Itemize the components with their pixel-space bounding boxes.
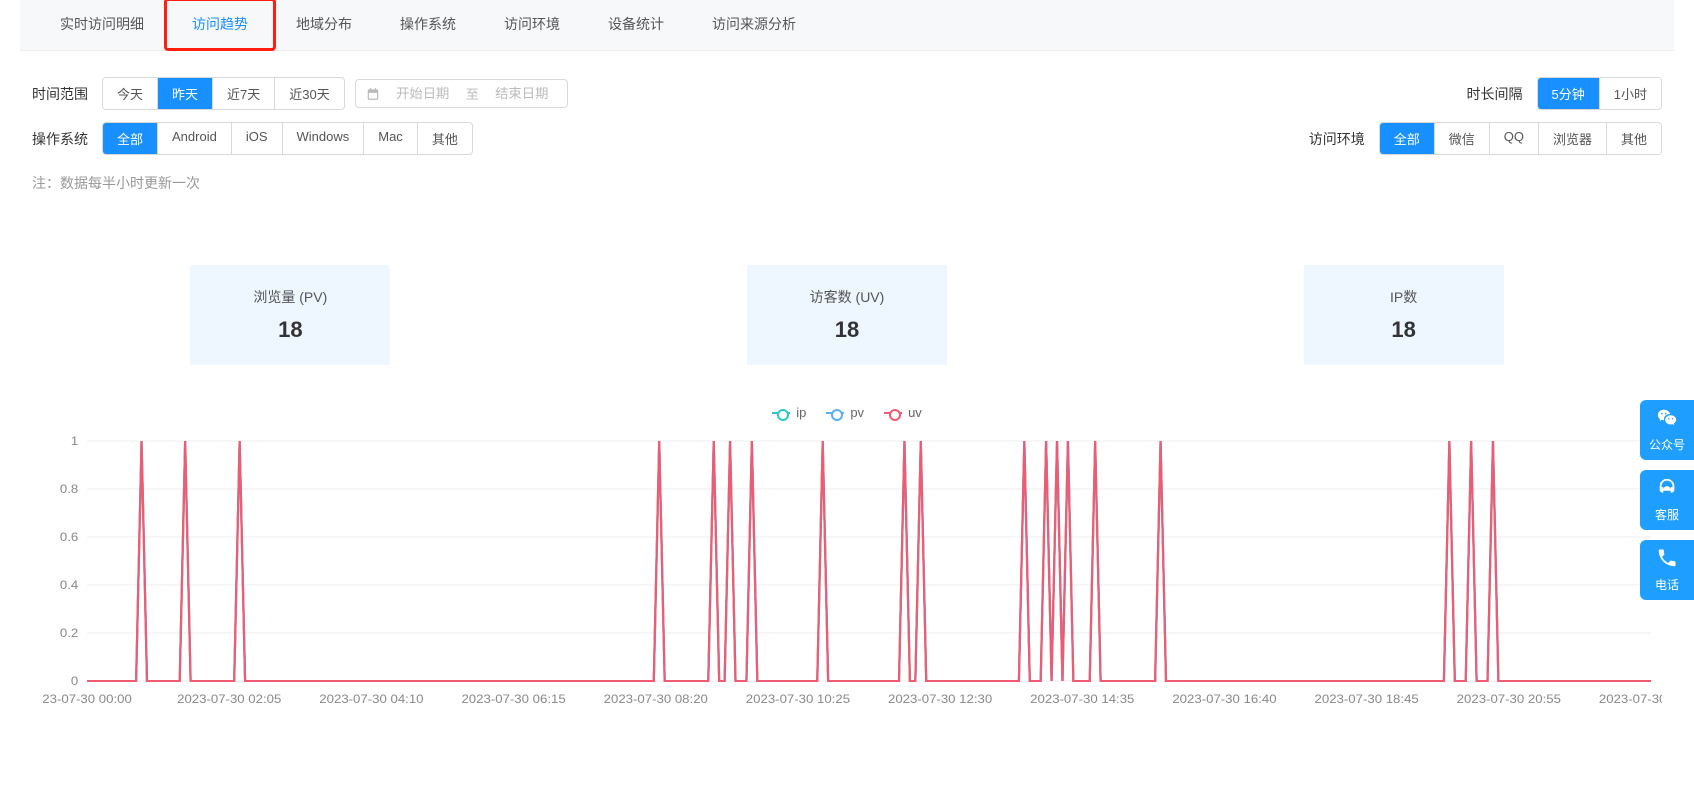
- tabs-bar: 实时访问明细访问趋势地域分布操作系统访问环境设备统计访问来源分析: [20, 0, 1674, 51]
- svg-text:0.6: 0.6: [60, 530, 78, 543]
- float-support-agent[interactable]: 客服: [1640, 470, 1694, 530]
- svg-text:2023-07-30 12:30: 2023-07-30 12:30: [888, 692, 992, 705]
- float-label: 客服: [1655, 506, 1679, 523]
- os-option-5[interactable]: 其他: [418, 123, 472, 154]
- os-option-2[interactable]: iOS: [232, 123, 283, 154]
- svg-text:2023-07-30 10:25: 2023-07-30 10:25: [746, 692, 850, 705]
- svg-text:0.8: 0.8: [60, 482, 78, 495]
- date-range-picker[interactable]: 至: [355, 79, 568, 108]
- time-range-option-0[interactable]: 今天: [103, 78, 158, 109]
- os-option-3[interactable]: Windows: [283, 123, 365, 154]
- os-option-4[interactable]: Mac: [364, 123, 418, 154]
- float-label: 公众号: [1649, 436, 1685, 453]
- wechat-official-icon: [1656, 407, 1678, 432]
- legend-text: ip: [796, 405, 806, 420]
- svg-text:0.2: 0.2: [60, 626, 78, 639]
- chart-container: ip pv uv 0 0.2 0.4 0.6 0.8 1 23-07-30 00:00 2023-…: [32, 405, 1662, 711]
- chart-legend: ip pv uv: [32, 405, 1662, 421]
- tab-1[interactable]: 访问趋势: [168, 0, 272, 50]
- stats-row: 浏览量 (PV) 18 访客数 (UV) 18 IP数 18: [32, 265, 1662, 365]
- legend-uv[interactable]: uv: [884, 405, 922, 420]
- duration-option-1[interactable]: 1小时: [1600, 78, 1661, 109]
- os-option-1[interactable]: Android: [158, 123, 232, 154]
- os-label: 操作系统: [32, 129, 88, 149]
- date-separator: 至: [466, 84, 479, 103]
- stat-value: 18: [757, 317, 937, 343]
- svg-text:2023-07-30 14:35: 2023-07-30 14:35: [1030, 692, 1134, 705]
- phone-contact-icon: [1656, 547, 1678, 572]
- stat-value: 18: [200, 317, 380, 343]
- tab-4[interactable]: 访问环境: [480, 0, 584, 50]
- update-note: 注：数据每半小时更新一次: [0, 161, 1694, 205]
- env-option-3[interactable]: 浏览器: [1539, 123, 1607, 154]
- duration-group: 5分钟1小时: [1537, 77, 1662, 110]
- svg-text:1: 1: [71, 434, 78, 447]
- filter-row-time: 时间范围 今天昨天近7天近30天 至 时长间隔 5分钟1小时: [0, 71, 1694, 116]
- stat-card-2: IP数 18: [1304, 265, 1504, 365]
- time-range-group: 今天昨天近7天近30天: [102, 77, 345, 110]
- svg-text:0.4: 0.4: [60, 578, 78, 591]
- tab-6[interactable]: 访问来源分析: [688, 0, 820, 50]
- chart-svg: 0 0.2 0.4 0.6 0.8 1 23-07-30 00:00 2023-07-30 0…: [32, 431, 1662, 711]
- svg-text:2023-07-30 06:15: 2023-07-30 06:15: [461, 692, 565, 705]
- svg-text:2023-07-30 04:10: 2023-07-30 04:10: [319, 692, 423, 705]
- stat-card-0: 浏览量 (PV) 18: [190, 265, 390, 365]
- series-pv: [87, 441, 1651, 681]
- env-option-1[interactable]: 微信: [1435, 123, 1490, 154]
- time-range-option-2[interactable]: 近7天: [213, 78, 275, 109]
- svg-text:23-07-30 00:00: 23-07-30 00:00: [42, 692, 132, 705]
- duration-label: 时长间隔: [1467, 84, 1523, 104]
- svg-text:2023-07-30 08:20: 2023-07-30 08:20: [604, 692, 708, 705]
- series-uv: [87, 441, 1651, 681]
- series-ip: [87, 441, 1651, 681]
- filter-row-os-env: 操作系统 全部AndroidiOSWindowsMac其他 访问环境 全部微信Q…: [0, 116, 1694, 161]
- float-buttons: 公众号客服电话: [1640, 400, 1694, 600]
- duration-option-0[interactable]: 5分钟: [1538, 78, 1600, 109]
- env-group: 全部微信QQ浏览器其他: [1379, 122, 1662, 155]
- float-label: 电话: [1655, 576, 1679, 593]
- svg-text:2023-07-30 16:40: 2023-07-30 16:40: [1172, 692, 1276, 705]
- calendar-icon: [366, 87, 380, 101]
- svg-text:2023-07-30 20:55: 2023-07-30 20:55: [1457, 692, 1561, 705]
- legend-marker-icon: [826, 408, 844, 418]
- float-phone-contact[interactable]: 电话: [1640, 540, 1694, 600]
- tab-2[interactable]: 地域分布: [272, 0, 376, 50]
- svg-text:2023-07-30 18:45: 2023-07-30 18:45: [1315, 692, 1419, 705]
- tab-0[interactable]: 实时访问明细: [36, 0, 168, 50]
- env-label: 访问环境: [1309, 129, 1365, 149]
- legend-pv[interactable]: pv: [826, 405, 864, 420]
- stat-label: 访客数 (UV): [757, 287, 937, 307]
- time-range-option-1[interactable]: 昨天: [158, 78, 213, 109]
- tab-5[interactable]: 设备统计: [584, 0, 688, 50]
- stat-card-1: 访客数 (UV) 18: [747, 265, 947, 365]
- end-date-input[interactable]: [487, 85, 557, 102]
- os-option-0[interactable]: 全部: [103, 123, 158, 154]
- env-option-0[interactable]: 全部: [1380, 123, 1435, 154]
- stat-value: 18: [1314, 317, 1494, 343]
- legend-ip[interactable]: ip: [772, 405, 806, 420]
- support-agent-icon: [1656, 477, 1678, 502]
- legend-text: uv: [908, 405, 922, 420]
- os-group: 全部AndroidiOSWindowsMac其他: [102, 122, 473, 155]
- svg-text:0: 0: [71, 674, 78, 687]
- stat-label: IP数: [1314, 287, 1494, 307]
- legend-marker-icon: [772, 408, 790, 418]
- env-option-2[interactable]: QQ: [1490, 123, 1539, 154]
- svg-text:2023-07-30 22:55: 2023-07-30 22:55: [1599, 692, 1662, 705]
- env-option-4[interactable]: 其他: [1607, 123, 1661, 154]
- stat-label: 浏览量 (PV): [200, 287, 380, 307]
- legend-marker-icon: [884, 408, 902, 418]
- tab-3[interactable]: 操作系统: [376, 0, 480, 50]
- time-range-label: 时间范围: [32, 84, 88, 104]
- start-date-input[interactable]: [388, 85, 458, 102]
- svg-text:2023-07-30 02:05: 2023-07-30 02:05: [177, 692, 281, 705]
- time-range-option-3[interactable]: 近30天: [275, 78, 343, 109]
- float-wechat-official[interactable]: 公众号: [1640, 400, 1694, 460]
- legend-text: pv: [850, 405, 864, 420]
